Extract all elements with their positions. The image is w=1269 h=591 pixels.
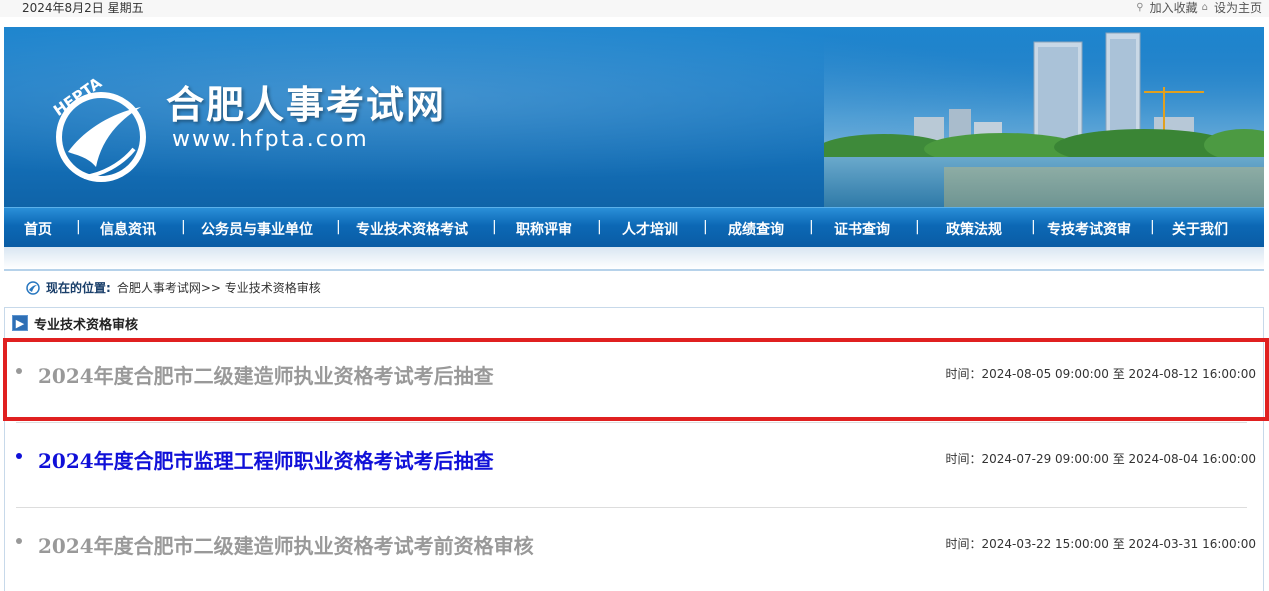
nav-score-query[interactable]: 成绩查询: [728, 219, 784, 239]
notice-row: 2024年度合肥市监理工程师职业资格考试考后抽查 时间：2024-07-29 0…: [16, 423, 1256, 508]
main-nav: 首页 | 信息资讯 | 公务员与事业单位 | 专业技术资格考试 | 职称评审 |…: [4, 207, 1264, 247]
nav-separator: |: [76, 219, 81, 235]
nav-civil-service[interactable]: 公务员与事业单位: [201, 219, 313, 239]
arrow-right-icon: ▶: [12, 315, 28, 331]
notice-title[interactable]: 2024年度合肥市二级建造师执业资格考试考后抽查: [38, 360, 494, 389]
breadcrumb-label: 现在的位置:: [46, 281, 111, 295]
nav-separator: |: [492, 219, 497, 235]
notice-title[interactable]: 2024年度合肥市二级建造师执业资格考试考前资格审核: [38, 530, 534, 559]
breadcrumb: 现在的位置: 合肥人事考试网>> 专业技术资格审核: [26, 279, 321, 296]
top-links: ⚲ 加入收藏 ⌂ 设为主页: [1136, 0, 1262, 16]
home-icon: ⌂: [1201, 2, 1208, 13]
nav-about-us[interactable]: 关于我们: [1172, 219, 1228, 239]
set-homepage-link[interactable]: 设为主页: [1214, 0, 1262, 16]
notice-row: 2024年度合肥市二级建造师执业资格考试考前资格审核 时间：2024-03-22…: [16, 508, 1256, 591]
location-icon: [26, 280, 40, 295]
nav-news[interactable]: 信息资讯: [100, 219, 156, 239]
city-skyline-image: [824, 27, 1264, 207]
nav-title-review[interactable]: 职称评审: [516, 219, 572, 239]
nav-policies[interactable]: 政策法规: [946, 219, 1002, 239]
nav-talent-training[interactable]: 人才培训: [622, 219, 678, 239]
top-bar: 2024年8月2日 星期五 ⚲ 加入收藏 ⌂ 设为主页: [0, 0, 1269, 17]
bullet-icon: [16, 368, 22, 374]
site-url: www.hfpta.com: [172, 127, 369, 152]
notice-time: 时间：2024-08-05 09:00:00 至 2024-08-12 16:0…: [945, 367, 1256, 381]
notice-title[interactable]: 2024年度合肥市监理工程师职业资格考试考后抽查: [38, 445, 494, 474]
current-date: 2024年8月2日 星期五: [22, 1, 144, 15]
breadcrumb-path[interactable]: 合肥人事考试网>> 专业技术资格审核: [117, 279, 321, 296]
search-icon: ⚲: [1136, 2, 1144, 13]
nav-separator: |: [915, 219, 920, 235]
nav-separator: |: [1150, 219, 1155, 235]
nav-separator: |: [809, 219, 814, 235]
add-favorite-link[interactable]: 加入收藏: [1150, 0, 1198, 16]
nav-exam-qualification-review[interactable]: 专技考试资审: [1047, 219, 1131, 239]
site-banner: HFPTA 合肥人事考试网 www.hfpta.com: [4, 27, 1264, 207]
site-logo[interactable]: HFPTA: [46, 57, 156, 197]
nav-separator: |: [597, 219, 602, 235]
notice-time: 时间：2024-03-22 15:00:00 至 2024-03-31 16:0…: [945, 537, 1256, 551]
nav-professional-exam[interactable]: 专业技术资格考试: [356, 219, 468, 239]
nav-separator: |: [703, 219, 708, 235]
nav-home[interactable]: 首页: [24, 219, 52, 239]
site-name: 合肥人事考试网: [166, 82, 447, 127]
nav-separator: |: [181, 219, 186, 235]
nav-separator: |: [336, 219, 341, 235]
bullet-icon: [16, 538, 22, 544]
nav-certificate-query[interactable]: 证书查询: [834, 219, 890, 239]
panel-title: 专业技术资格审核: [34, 317, 139, 333]
panel-header: ▶ 专业技术资格审核: [5, 308, 1263, 338]
nav-separator: |: [1031, 219, 1036, 235]
bullet-icon: [16, 453, 22, 459]
notice-row: 2024年度合肥市二级建造师执业资格考试考后抽查 时间：2024-08-05 0…: [16, 338, 1256, 423]
notice-time: 时间：2024-07-29 09:00:00 至 2024-08-04 16:0…: [945, 452, 1256, 466]
